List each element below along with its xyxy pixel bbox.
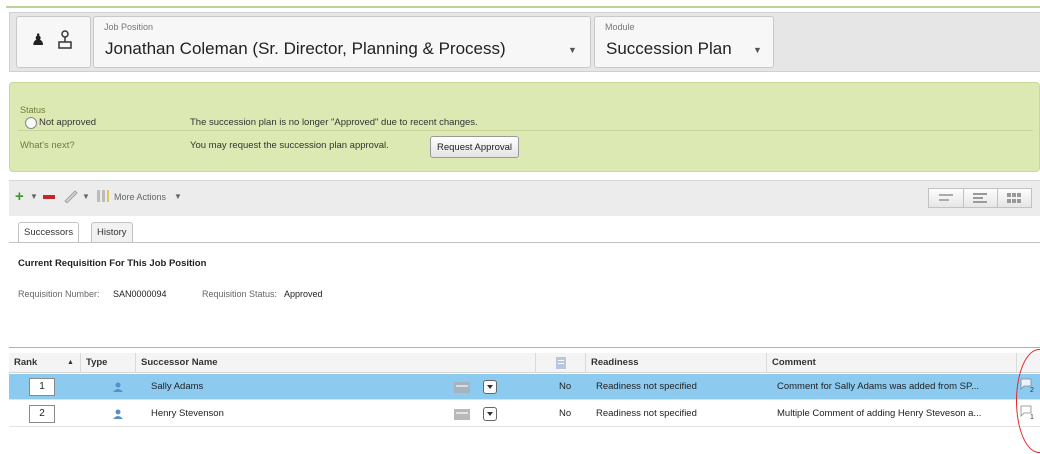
edit-menu-caret-icon[interactable]: ▼ [82, 189, 90, 205]
tab-history[interactable]: History [91, 222, 133, 243]
table-row[interactable]: 2 Henry Stevenson No Readiness not speci… [9, 401, 1040, 427]
table-header: Rank ▲ Type Successor Name Readiness Com… [9, 353, 1040, 373]
status-panel: Status Not approved The succession plan … [9, 82, 1040, 172]
module-value: Succession Plan [606, 39, 732, 58]
more-actions-caret-icon[interactable]: ▼ [174, 189, 182, 205]
person-icon[interactable]: ♟ [31, 33, 45, 49]
requisition-section: Current Requisition For This Job Positio… [9, 242, 1040, 348]
row-actions-dropdown[interactable] [483, 380, 497, 394]
chevron-down-icon [487, 412, 493, 416]
status-label: Status [20, 105, 46, 115]
remove-icon[interactable] [43, 195, 55, 199]
column-rank[interactable]: Rank ▲ [9, 353, 81, 373]
readiness-value[interactable]: Readiness not specified [591, 401, 766, 427]
top-divider [6, 6, 1040, 8]
requisition-number-label: Requisition Number: [18, 289, 100, 299]
sort-asc-icon: ▲ [67, 359, 74, 366]
flag-value: No [559, 408, 572, 419]
list-view-icon [938, 194, 953, 201]
list-view-button[interactable] [928, 188, 963, 208]
column-readiness[interactable]: Readiness [586, 353, 767, 373]
column-type[interactable]: Type [81, 353, 136, 373]
view-mode-toggle[interactable]: ♟ [16, 16, 91, 68]
detail-view-icon [973, 193, 988, 203]
whats-next-message: You may request the succession plan appr… [190, 140, 389, 151]
status-icon [25, 117, 37, 129]
module-label: Module [605, 22, 635, 32]
job-position-label: Job Position [104, 22, 154, 32]
employee-type-icon [113, 409, 123, 419]
requisition-status-label: Requisition Status: [202, 289, 278, 299]
profile-card-icon[interactable] [454, 382, 470, 393]
more-actions-menu[interactable]: More Actions [114, 189, 166, 205]
flag-column-icon [556, 357, 566, 369]
columns-icon[interactable] [96, 189, 110, 203]
chevron-down-icon [487, 385, 493, 389]
edit-icon[interactable] [63, 189, 79, 203]
profile-card-icon[interactable] [454, 409, 470, 420]
rank-field[interactable]: 1 [29, 378, 55, 396]
add-menu-caret-icon[interactable]: ▼ [30, 189, 38, 205]
flag-value: No [559, 381, 572, 392]
grid-view-icon [1007, 193, 1022, 203]
column-flag[interactable] [536, 353, 586, 373]
caret-down-icon: ▼ [568, 45, 577, 55]
successor-name[interactable]: Henry Stevenson [146, 401, 446, 427]
employee-type-icon [113, 382, 123, 392]
requisition-status-value: Approved [284, 289, 323, 299]
whats-next-label: What's next? [20, 140, 75, 151]
row-actions-dropdown[interactable] [483, 407, 497, 421]
readiness-value[interactable]: Readiness not specified [591, 374, 766, 400]
add-icon[interactable]: + [15, 189, 24, 205]
job-position-selector[interactable]: Job Position Jonathan Coleman (Sr. Direc… [93, 16, 591, 68]
comment-value[interactable]: Comment for Sally Adams was added from S… [772, 374, 1012, 400]
org-chart-icon[interactable] [56, 30, 74, 50]
rank-field[interactable]: 2 [29, 405, 55, 423]
column-successor-name[interactable]: Successor Name [136, 353, 536, 373]
request-approval-button[interactable]: Request Approval [430, 136, 519, 158]
status-divider [18, 130, 1033, 131]
column-comment[interactable]: Comment [767, 353, 1017, 373]
grid-view-button[interactable] [997, 188, 1032, 208]
caret-down-icon: ▼ [753, 45, 762, 55]
tab-successors[interactable]: Successors [18, 222, 80, 243]
successor-name[interactable]: Sally Adams [146, 374, 446, 400]
status-value: Not approved [39, 117, 97, 128]
comment-value[interactable]: Multiple Comment of adding Henry Steveso… [772, 401, 1012, 427]
status-message: The succession plan is no longer "Approv… [190, 117, 478, 128]
requisition-number-value: SAN0000094 [113, 289, 167, 299]
detail-view-button[interactable] [962, 188, 998, 208]
column-rank-label: Rank [14, 357, 38, 368]
table-row[interactable]: 1 Sally Adams No Readiness not specified… [9, 374, 1040, 400]
requisition-title: Current Requisition For This Job Positio… [18, 258, 207, 269]
toolbar: + ▼ ▼ More Actions ▼ [9, 180, 1040, 216]
module-selector[interactable]: Module Succession Plan ▼ [594, 16, 774, 68]
job-position-value: Jonathan Coleman (Sr. Director, Planning… [105, 39, 506, 58]
view-switcher [928, 188, 1032, 208]
